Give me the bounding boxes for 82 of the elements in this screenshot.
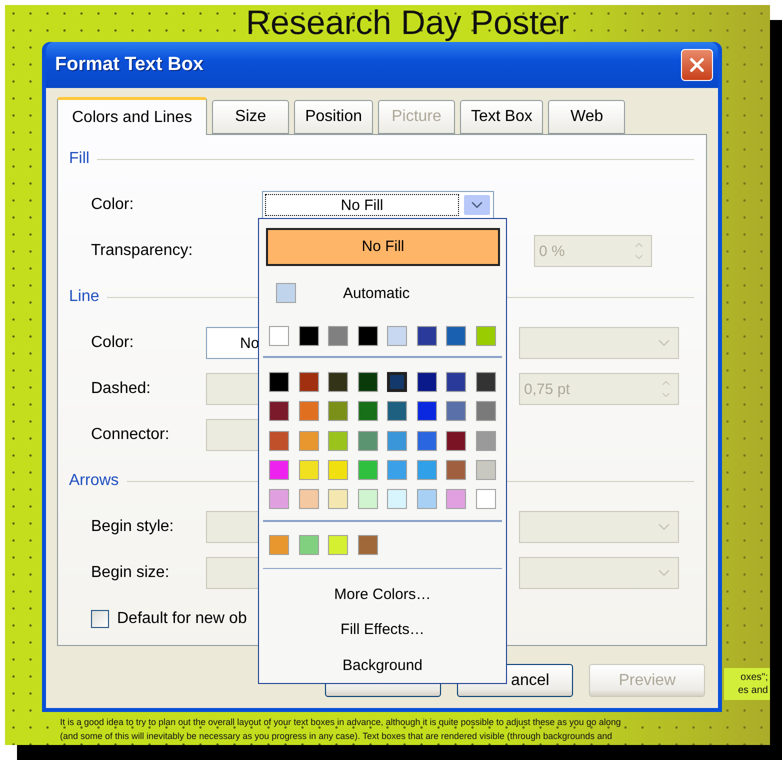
color-swatch[interactable] <box>476 460 496 480</box>
color-swatch[interactable] <box>298 489 318 510</box>
section-title: Line <box>69 288 100 306</box>
color-swatch[interactable] <box>276 283 296 304</box>
color-swatch[interactable] <box>387 430 407 451</box>
fill-color-dropdown[interactable]: No Fill <box>262 191 494 219</box>
color-swatch[interactable] <box>387 372 407 392</box>
section-title: Arrows <box>69 472 119 490</box>
color-swatch[interactable] <box>387 401 407 422</box>
poster-text: (and some of this will inevitably be necessary as you progress in any case). Text boxes that are rendered visible (through backgrounds and <box>60 730 614 743</box>
color-swatch[interactable] <box>416 489 436 510</box>
color-swatch[interactable] <box>358 489 378 510</box>
color-swatch[interactable] <box>298 326 318 346</box>
field-label: Connector: <box>91 426 170 444</box>
tab[interactable]: Text Box <box>460 100 544 134</box>
color-swatch[interactable] <box>476 489 496 510</box>
color-swatch[interactable] <box>446 430 466 451</box>
color-swatch[interactable] <box>298 401 318 422</box>
color-swatch[interactable] <box>446 326 466 346</box>
menu-item[interactable]: Fill Effects… <box>259 612 506 648</box>
color-swatch[interactable] <box>269 372 289 392</box>
tab[interactable]: Web <box>548 100 626 134</box>
tab[interactable]: Colors and Lines <box>57 97 208 135</box>
color-swatch[interactable] <box>446 460 466 480</box>
checkbox-label: Default for new ob <box>117 610 247 628</box>
color-swatch[interactable] <box>446 372 466 392</box>
checkbox[interactable] <box>91 610 109 628</box>
color-swatch[interactable] <box>269 460 289 480</box>
window-title: Format Text Box <box>55 54 204 76</box>
poster-text: oxes"; <box>740 671 768 684</box>
color-swatch[interactable] <box>416 430 436 451</box>
field-label: Color: <box>91 196 135 214</box>
poster-title: Research Day Poster <box>246 5 570 42</box>
color-swatch[interactable] <box>358 534 378 555</box>
close-button[interactable] <box>681 49 714 81</box>
field-label: Dashed: <box>91 380 152 398</box>
field-label: Color: <box>91 334 135 352</box>
color-swatch[interactable] <box>358 326 378 346</box>
color-swatch[interactable] <box>476 430 496 451</box>
menu-item[interactable]: More Colors… <box>259 576 506 612</box>
color-swatch[interactable] <box>328 489 348 510</box>
color-swatch[interactable] <box>298 372 318 392</box>
color-swatch[interactable] <box>328 372 348 392</box>
color-swatch[interactable] <box>328 460 348 480</box>
color-swatch[interactable] <box>298 460 318 480</box>
automatic-option[interactable]: Automatic <box>343 284 410 302</box>
tab[interactable]: Position <box>294 100 373 134</box>
color-swatch[interactable] <box>298 430 318 451</box>
color-swatch[interactable] <box>269 534 289 555</box>
no-fill-option[interactable]: No Fill <box>266 228 500 266</box>
color-swatch[interactable] <box>416 401 436 422</box>
color-swatch[interactable] <box>269 430 289 451</box>
color-swatch[interactable] <box>269 489 289 510</box>
color-swatch[interactable] <box>328 430 348 451</box>
color-swatch[interactable] <box>416 460 436 480</box>
color-swatch[interactable] <box>269 401 289 422</box>
tab[interactable]: Size <box>212 100 290 134</box>
color-swatch[interactable] <box>476 401 496 422</box>
color-swatch[interactable] <box>358 372 378 392</box>
color-swatch[interactable] <box>328 401 348 422</box>
field-label: Begin size: <box>91 564 170 582</box>
color-swatch[interactable] <box>358 430 378 451</box>
color-swatch[interactable] <box>446 401 466 422</box>
color-swatch[interactable] <box>476 326 496 346</box>
section-title: Fill <box>69 150 90 168</box>
color-swatch[interactable] <box>387 489 407 510</box>
poster-text: es and <box>738 684 768 697</box>
poster-text: It is a good idea to try to plan out the overall layout of your text boxes in advance, although it is quite possible to adjust these as you go along <box>60 716 622 729</box>
color-swatch[interactable] <box>387 326 407 346</box>
color-swatch[interactable] <box>476 372 496 392</box>
color-swatch[interactable] <box>269 326 289 346</box>
color-swatch[interactable] <box>358 460 378 480</box>
color-swatch[interactable] <box>416 326 436 346</box>
color-swatch[interactable] <box>416 372 436 392</box>
color-swatch[interactable] <box>446 489 466 510</box>
color-swatch[interactable] <box>387 460 407 480</box>
color-swatch[interactable] <box>328 534 348 555</box>
color-swatch[interactable] <box>328 326 348 346</box>
color-swatch[interactable] <box>358 401 378 422</box>
field-label: Begin style: <box>91 518 175 536</box>
color-swatch[interactable] <box>298 534 318 555</box>
field-label: Transparency: <box>91 242 194 260</box>
